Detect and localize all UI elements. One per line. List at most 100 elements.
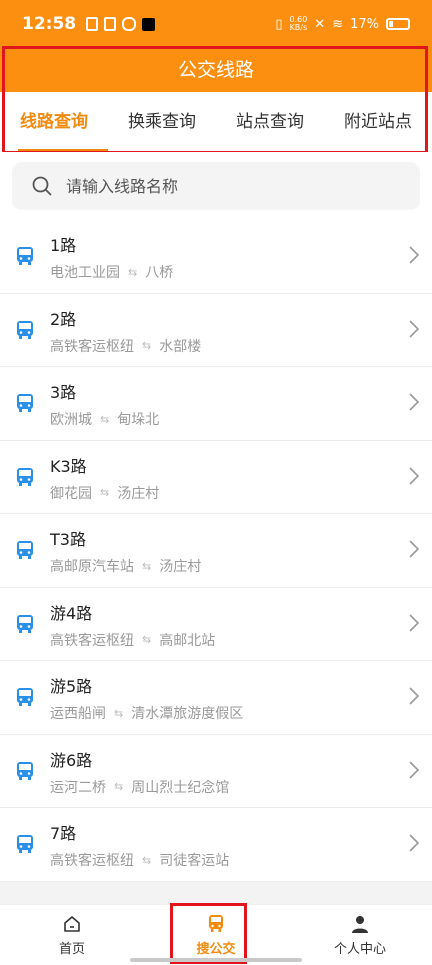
bus-icon [17, 688, 33, 706]
swap-icon: ⇆ [142, 559, 152, 573]
route-to: 司徒客运站 [159, 853, 230, 869]
route-name: 1路 [50, 236, 77, 255]
route-path: 运河二桥 ⇆ 周山烈士纪念馆 [50, 777, 229, 797]
link-icon [122, 17, 137, 31]
route-path: 高铁客运枢纽 ⇆ 水部楼 [50, 336, 201, 356]
bus-icon [17, 614, 33, 633]
route-from: 高铁客运枢纽 [50, 632, 134, 649]
route-to: 清水潭旅游度假区 [131, 706, 244, 722]
route-row[interactable]: 2路 高铁客运枢纽 ⇆ 水部楼 [0, 294, 432, 367]
nav-home-label: 首页 [58, 941, 85, 957]
route-name: 游4路 [50, 603, 93, 623]
tiktok-icon [142, 17, 156, 31]
swap-icon: ⇆ [142, 853, 152, 867]
route-to: 高邮北站 [159, 632, 216, 649]
chevron-right-icon [409, 760, 420, 779]
sim-icon [86, 17, 99, 31]
route-to: 八桥 [145, 265, 174, 281]
status-right: ▯ 0.60 KB/s ✕ ≋ 17% [275, 16, 410, 32]
chevron-right-icon [409, 540, 420, 558]
tab-bar: 线路查询 换乘查询 站点查询 附近站点 [0, 92, 432, 152]
chevron-right-icon [409, 246, 420, 264]
route-path: 高邮原汽车站 ⇆ 汤庄村 [50, 556, 201, 576]
search-box[interactable] [12, 162, 420, 210]
route-from: 电池工业园 [50, 265, 120, 281]
search-area [0, 152, 432, 220]
route-from: 御花园 [50, 485, 92, 502]
route-to: 周山烈士纪念馆 [131, 779, 230, 796]
chevron-right-icon [409, 687, 420, 705]
nav-profile[interactable]: 个人中心 [288, 905, 432, 965]
swap-icon: ⇆ [142, 339, 152, 352]
route-row[interactable]: K3路 御花园 ⇆ 汤庄村 [0, 441, 432, 514]
search-icon [32, 176, 52, 196]
net-speed-unit: KB/s [289, 23, 308, 32]
route-to: 甸垛北 [117, 412, 160, 428]
route-row[interactable]: 游5路 运西船闸 ⇆ 清水潭旅游度假区 [0, 661, 432, 735]
notification-icons [86, 17, 156, 31]
route-to: 汤庄村 [159, 559, 202, 575]
tab-stop-query[interactable]: 站点查询 [216, 92, 324, 152]
route-row[interactable]: T3路 高邮原汽车站 ⇆ 汤庄村 [0, 514, 432, 588]
wifi-icon: ≋ [332, 16, 344, 32]
route-from: 欧洲城 [50, 412, 92, 428]
route-name: 2路 [50, 309, 77, 329]
bus-icon [17, 761, 33, 780]
route-from: 高铁客运枢纽 [50, 853, 134, 869]
route-name: T3路 [50, 530, 86, 549]
route-name: 3路 [50, 383, 77, 402]
route-from: 高邮原汽车站 [50, 559, 134, 575]
route-row[interactable]: 7路 高铁客运枢纽 ⇆ 司徒客运站 [0, 808, 432, 882]
route-to: 水部楼 [159, 338, 202, 355]
status-bar: 12:58 ▯ 0.60 KB/s ✕ ≋ 17% [0, 0, 432, 48]
vibrate-icon: ▯ [275, 16, 283, 32]
search-input[interactable] [64, 175, 388, 197]
bus-icon [17, 394, 33, 412]
tab-nearby-stops[interactable]: 附近站点 [324, 92, 432, 152]
home-indicator[interactable] [130, 958, 302, 962]
chevron-right-icon [409, 834, 420, 852]
bus-icon [17, 835, 33, 853]
chevron-right-icon [409, 613, 420, 632]
status-time: 12:58 [22, 14, 77, 34]
mute-icon: ✕ [314, 16, 326, 32]
nav-profile-label: 个人中心 [333, 941, 386, 957]
route-path: 高铁客运枢纽 ⇆ 高邮北站 [50, 630, 215, 650]
highlight-box-nav [170, 903, 247, 964]
route-path: 电池工业园 ⇆ 八桥 [50, 262, 173, 282]
bus-icon [17, 541, 33, 559]
route-name: K3路 [50, 456, 87, 476]
app-notification-icon [104, 17, 117, 31]
chevron-right-icon [409, 319, 420, 338]
tab-transfer-query[interactable]: 换乘查询 [108, 92, 216, 152]
route-from: 运西船闸 [50, 706, 106, 722]
nav-home[interactable]: 首页 [0, 905, 144, 965]
battery-icon [386, 18, 410, 30]
swap-icon: ⇆ [114, 780, 124, 793]
route-name: 游6路 [50, 750, 93, 770]
tab-route-query[interactable]: 线路查询 [0, 92, 108, 152]
route-name: 7路 [50, 824, 77, 843]
route-name: 游5路 [50, 677, 93, 696]
bus-icon [17, 247, 33, 265]
battery-text: 17% [350, 16, 379, 32]
bus-icon [17, 467, 33, 486]
swap-icon: ⇆ [114, 706, 124, 720]
route-row[interactable]: 1路 电池工业园 ⇆ 八桥 [0, 220, 432, 294]
route-path: 欧洲城 ⇆ 甸垛北 [50, 409, 159, 429]
net-speed: 0.60 KB/s [289, 16, 307, 32]
route-row[interactable]: 3路 欧洲城 ⇆ 甸垛北 [0, 367, 432, 441]
route-to: 汤庄村 [117, 485, 160, 502]
route-row[interactable]: 游4路 高铁客运枢纽 ⇆ 高邮北站 [0, 588, 432, 661]
chevron-right-icon [409, 393, 420, 411]
route-row[interactable]: 游6路 运河二桥 ⇆ 周山烈士纪念馆 [0, 735, 432, 808]
swap-icon: ⇆ [142, 633, 152, 646]
swap-icon: ⇆ [100, 486, 110, 499]
route-list: 1路 电池工业园 ⇆ 八桥 2路 高铁客运枢纽 ⇆ 水部楼 3路 欧洲城 ⇆ 甸垛北 K3路… [0, 220, 432, 882]
route-from: 高铁客运枢纽 [50, 338, 134, 355]
bus-icon [17, 320, 33, 339]
person-icon [352, 915, 368, 933]
swap-icon: ⇆ [128, 265, 138, 279]
route-from: 运河二桥 [50, 779, 106, 796]
chevron-right-icon [409, 466, 420, 485]
